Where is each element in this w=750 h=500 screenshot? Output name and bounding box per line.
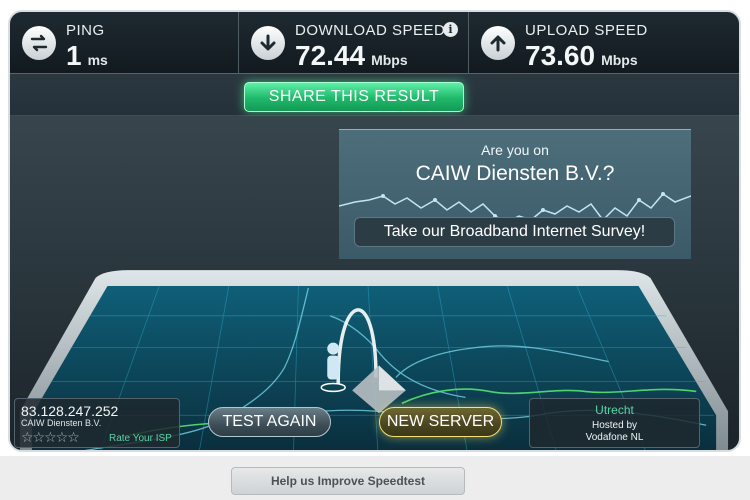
download-label: DOWNLOAD SPEED	[295, 22, 446, 39]
rating-stars[interactable]: ☆☆☆☆☆	[21, 429, 80, 446]
ping-label: PING	[66, 22, 105, 39]
survey-question-line1: Are you on	[481, 142, 549, 158]
ip-address: 83.128.247.252	[21, 403, 119, 419]
share-result-button[interactable]: SHARE THIS RESULT	[244, 82, 464, 112]
test-again-button[interactable]: TEST AGAIN	[208, 407, 331, 437]
improve-speedtest-tab[interactable]: Help us Improve Speedtest	[231, 467, 465, 495]
survey-button[interactable]: Take our Broadband Internet Survey!	[354, 217, 675, 247]
new-server-button[interactable]: NEW SERVER	[379, 407, 502, 437]
ping-value: 1 ms	[66, 40, 108, 72]
host-name: Vodafone NL	[585, 432, 644, 443]
download-number: 72.44	[295, 40, 366, 71]
download-arrow-icon	[251, 26, 285, 60]
speedtest-frame: PING 1 ms DOWNLOAD SPEED 72.44 Mbps i UPLO…	[8, 10, 741, 452]
client-info-box: 83.128.247.252 CAIW Diensten B.V. ☆☆☆☆☆ …	[14, 398, 180, 448]
server-city[interactable]: Utrecht	[530, 403, 699, 417]
exchange-arrows-icon	[22, 26, 56, 60]
stats-bar: PING 1 ms DOWNLOAD SPEED 72.44 Mbps i UPLO…	[10, 12, 739, 74]
isp-name: CAIW Diensten B.V.	[21, 418, 102, 428]
upload-value: 73.60 Mbps	[525, 40, 638, 72]
upload-label: UPLOAD SPEED	[525, 22, 648, 39]
info-icon[interactable]: i	[443, 22, 458, 37]
download-value: 72.44 Mbps	[295, 40, 408, 72]
ping-stat: PING 1 ms	[10, 12, 239, 74]
ping-unit: ms	[87, 52, 108, 68]
upload-unit: Mbps	[601, 52, 638, 68]
server-info-box: Utrecht Hosted by Vodafone NL	[529, 398, 700, 448]
rate-isp-link[interactable]: Rate Your ISP	[109, 433, 172, 444]
upload-arrow-icon	[481, 26, 515, 60]
download-stat: DOWNLOAD SPEED 72.44 Mbps i	[239, 12, 469, 74]
upload-stat: UPLOAD SPEED 73.60 Mbps	[469, 12, 739, 74]
ping-number: 1	[66, 40, 82, 71]
hosted-by-label: Hosted by	[591, 420, 638, 431]
isp-survey-panel: Are you on CAIW Diensten B.V.? Take our …	[339, 129, 691, 259]
share-band: SHARE THIS RESULT	[10, 74, 739, 116]
download-unit: Mbps	[371, 52, 408, 68]
upload-number: 73.60	[525, 40, 596, 71]
